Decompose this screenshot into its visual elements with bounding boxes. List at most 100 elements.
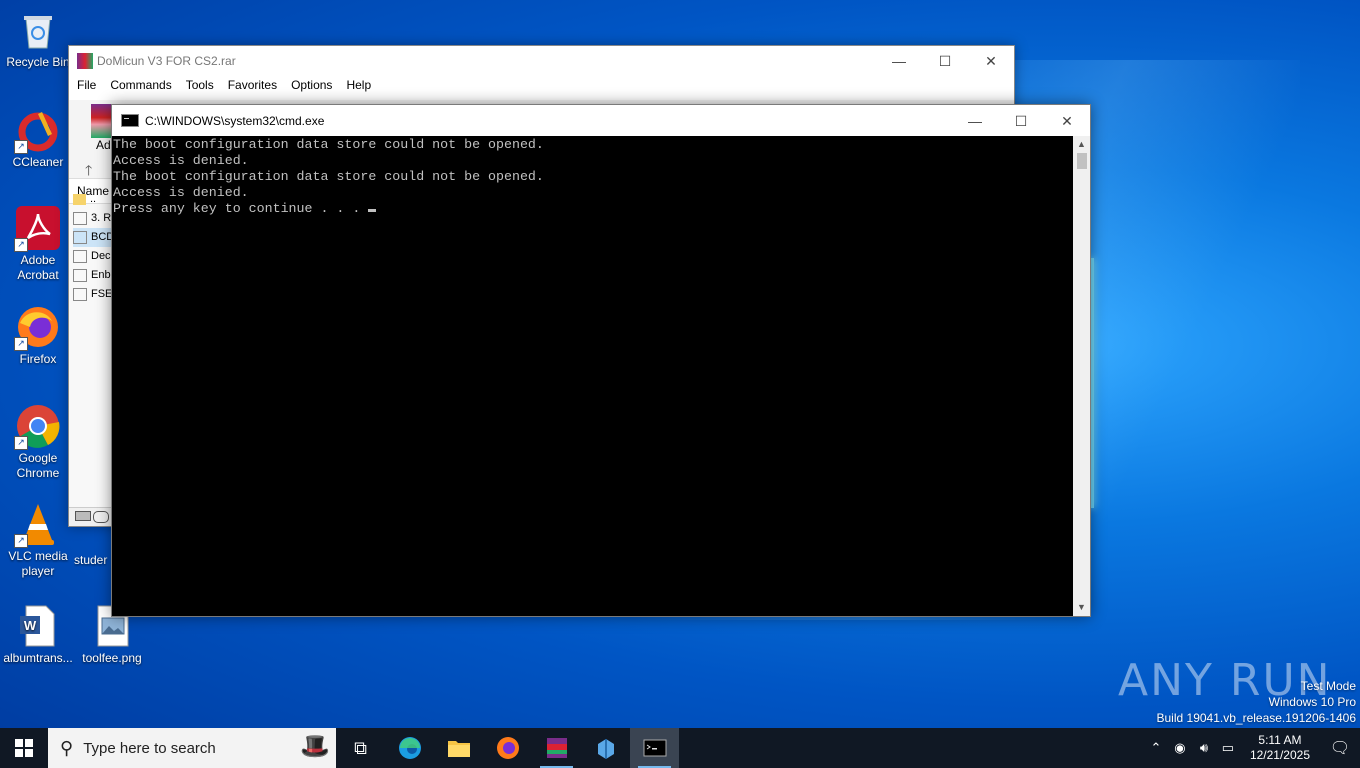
desktop-icon-vlc[interactable]: ↗ VLC media player	[0, 502, 76, 579]
scroll-thumb[interactable]	[1077, 153, 1087, 169]
firefox-icon: ↗	[14, 305, 60, 351]
close-button[interactable]: ✕	[968, 46, 1014, 76]
file-row[interactable]: Enb	[73, 266, 113, 285]
file-icon	[73, 249, 87, 263]
search-icon: ⚲	[60, 737, 74, 758]
cmd-title: C:\WINDOWS\system32\cmd.exe	[145, 113, 325, 128]
cmd-window[interactable]: C:\WINDOWS\system32\cmd.exe — ☐ ✕ The bo…	[111, 104, 1091, 617]
shortcut-arrow-icon: ↗	[14, 534, 28, 548]
winrar-app-icon	[77, 53, 93, 69]
desktop-icon-label: CCleaner	[12, 155, 64, 169]
file-row[interactable]: Dec	[73, 247, 113, 266]
desktop-icon-label: Firefox	[19, 352, 57, 366]
desktop-icon-recycle-bin[interactable]: Recycle Bin	[0, 8, 76, 70]
minimize-button[interactable]: —	[952, 106, 998, 136]
adobe-acrobat-icon: ↗	[14, 206, 60, 252]
windows-logo-icon	[15, 739, 33, 757]
recycle-bin-icon	[16, 8, 60, 52]
word-document-icon: W	[16, 604, 60, 648]
desktop-icon-label: toolfee.png	[82, 651, 142, 665]
desktop-icon-label: VLC media player	[8, 549, 68, 578]
firefox-taskbar-icon[interactable]	[483, 728, 532, 768]
cmd-titlebar[interactable]: C:\WINDOWS\system32\cmd.exe — ☐ ✕	[112, 105, 1090, 136]
build-text: Build 19041.vb_release.191206-1406	[1156, 711, 1357, 725]
taskbar-clock[interactable]: 5:11 AM 12/21/2025	[1240, 733, 1320, 763]
menu-help[interactable]: Help	[340, 76, 379, 96]
winrar-menubar: File Commands Tools Favorites Options He…	[69, 76, 1014, 96]
desktop-icon-studer[interactable]: studer	[74, 553, 114, 568]
task-view-icon[interactable]: ⧉	[336, 728, 385, 768]
shortcut-arrow-icon: ↗	[14, 238, 28, 252]
test-mode-text: Test Mode	[1300, 679, 1356, 693]
taskbar: ⚲ Type here to search 🎩 ⧉ ⌃ ◉ 🔊︎ ▭ 5:11 …	[0, 728, 1360, 768]
taskbar-search-box[interactable]: ⚲ Type here to search 🎩	[48, 728, 336, 768]
shortcut-arrow-icon: ↗	[14, 140, 28, 154]
desktop-icon-label: Adobe Acrobat	[17, 253, 59, 282]
console-line: Access is denied.	[113, 153, 249, 168]
console-line: Press any key to continue . . .	[113, 201, 361, 216]
system-tray: ⌃ ◉ 🔊︎ ▭ 5:11 AM 12/21/2025 🗨︎	[1144, 728, 1360, 768]
search-placeholder: Type here to search	[83, 739, 216, 757]
chevron-up-icon[interactable]: ⌃	[1144, 740, 1168, 756]
shortcut-arrow-icon: ↗	[14, 337, 28, 351]
console-line: The boot configuration data store could …	[113, 137, 544, 152]
file-icon	[73, 211, 87, 225]
desktop-icon-google-chrome[interactable]: ↗ Google Chrome	[0, 404, 76, 481]
edge-taskbar-icon[interactable]	[385, 728, 434, 768]
windows-watermark: Test Mode Windows 10 Pro Build 19041.vb_…	[1157, 678, 1357, 726]
folder-icon	[73, 193, 86, 205]
desktop-icon-adobe-acrobat[interactable]: ↗ Adobe Acrobat	[0, 206, 76, 283]
menu-file[interactable]: File	[71, 76, 104, 96]
vlc-icon: ↗	[14, 502, 60, 548]
clock-date: 12/21/2025	[1249, 748, 1310, 762]
file-icon	[73, 230, 87, 244]
file-row[interactable]: FSE	[73, 285, 113, 304]
toolbar-add-label[interactable]: Ad	[96, 138, 111, 152]
file-explorer-icon[interactable]	[434, 728, 483, 768]
key-icon	[93, 511, 109, 523]
desktop-icon-label: studer	[74, 553, 108, 567]
file-icon	[73, 287, 87, 301]
scroll-up-icon[interactable]: ▲	[1073, 136, 1090, 153]
close-button[interactable]: ✕	[1044, 106, 1090, 136]
volume-icon[interactable]: 🔊︎	[1192, 740, 1216, 756]
file-icon	[73, 268, 87, 282]
drive-icon	[75, 511, 91, 521]
winrar-taskbar-icon[interactable]	[532, 728, 581, 768]
add-archive-icon[interactable]	[91, 104, 113, 138]
menu-commands[interactable]: Commands	[104, 76, 179, 96]
scroll-down-icon[interactable]: ▼	[1073, 599, 1090, 616]
cmd-taskbar-icon[interactable]	[630, 728, 679, 768]
file-row[interactable]: 3. R	[73, 209, 113, 228]
console-output[interactable]: The boot configuration data store could …	[112, 136, 1073, 616]
file-row[interactable]: BCD	[73, 228, 113, 247]
file-row[interactable]: ..	[73, 190, 113, 209]
winrar-file-list: .. 3. R BCD Dec Enb FSE	[73, 190, 113, 304]
desktop-icon-firefox[interactable]: ↗ Firefox	[0, 305, 76, 367]
edition-text: Windows 10 Pro	[1268, 695, 1356, 709]
notification-icon[interactable]: 🗨︎	[1320, 738, 1360, 758]
console-line: The boot configuration data store could …	[113, 169, 544, 184]
shortcut-arrow-icon: ↗	[14, 436, 28, 450]
desktop-icon-ccleaner[interactable]: ↗ CCleaner	[0, 108, 76, 170]
app-taskbar-icon[interactable]	[581, 728, 630, 768]
maximize-button[interactable]: ☐	[998, 106, 1044, 136]
winrar-title: DoMicun V3 FOR CS2.rar	[97, 54, 236, 68]
minimize-button[interactable]: —	[876, 46, 922, 76]
meet-now-icon[interactable]: ◉	[1168, 740, 1192, 756]
maximize-button[interactable]: ☐	[922, 46, 968, 76]
ccleaner-icon: ↗	[14, 108, 60, 154]
desktop-icon-label: Google Chrome	[16, 451, 60, 480]
network-icon[interactable]: ▭	[1216, 740, 1240, 756]
desktop-icon-albumtrans[interactable]: W albumtrans...	[0, 604, 76, 666]
menu-favorites[interactable]: Favorites	[222, 76, 285, 96]
cmd-app-icon	[121, 114, 139, 127]
winrar-titlebar[interactable]: DoMicun V3 FOR CS2.rar — ☐ ✕	[69, 46, 1014, 76]
text-cursor	[368, 209, 377, 212]
menu-options[interactable]: Options	[285, 76, 340, 96]
svg-text:W: W	[24, 618, 37, 633]
start-button[interactable]	[0, 728, 48, 768]
clock-time: 5:11 AM	[1258, 733, 1302, 747]
cmd-vertical-scrollbar[interactable]: ▲ ▼	[1073, 136, 1090, 616]
menu-tools[interactable]: Tools	[180, 76, 222, 96]
